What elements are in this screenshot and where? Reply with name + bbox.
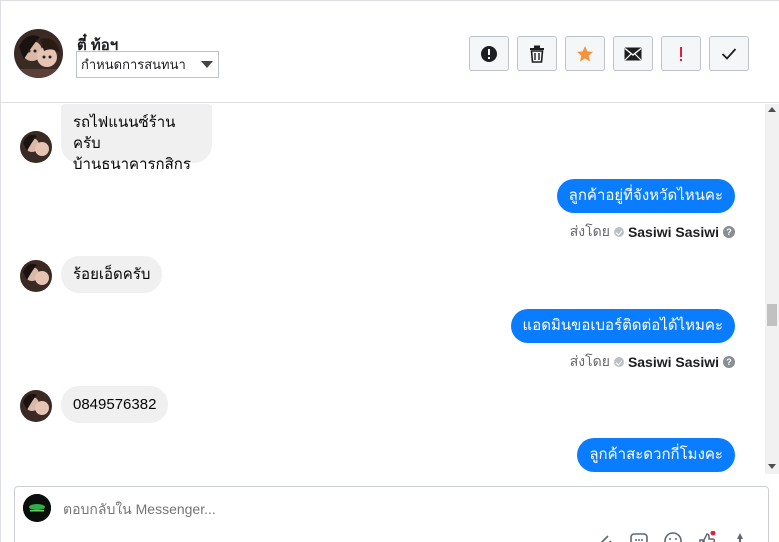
outgoing-message[interactable]: แอดมินขอเบอร์ติดต่อได้ไหมคะ: [510, 309, 735, 343]
incoming-message[interactable]: ร้อยเอ็ดครับ: [61, 256, 163, 293]
caret-down-icon: [201, 61, 213, 68]
envelope-icon: [624, 47, 642, 60]
reply-composer: [14, 486, 769, 542]
spam-button[interactable]: [469, 36, 509, 71]
sent-by-name: Sasiwi Sasiwi: [627, 224, 719, 240]
exclamation-icon: [680, 46, 682, 61]
page-avatar: [23, 494, 51, 522]
sent-by-prefix: ส่งโดย: [569, 353, 610, 369]
unread-button[interactable]: [613, 36, 653, 71]
sent-by-line: ส่งโดย Sasiwi Sasiwi ?: [570, 351, 735, 373]
sent-by-name: Sasiwi Sasiwi: [627, 354, 719, 370]
star-icon: [577, 45, 593, 61]
outgoing-message[interactable]: ลูกค้าสะดวกกี่โมงคะ: [577, 438, 735, 472]
conversation-header: ตี๋ ท้อฯ กำหนดการสนทนา: [1, 5, 779, 103]
emoji-icon[interactable]: [663, 531, 683, 542]
sent-by-prefix: ส่งโดย: [569, 223, 610, 239]
follow-up-button[interactable]: [661, 36, 701, 71]
delete-button[interactable]: [517, 36, 557, 71]
scroll-down-arrow-icon[interactable]: [768, 464, 776, 469]
trash-icon: [530, 45, 544, 63]
message-list: รถไฟแนนซ์ร้านครับ บ้านธนาคารกสิกร ลูกค้า…: [1, 104, 766, 474]
check-icon: [721, 47, 737, 60]
sent-by-line: ส่งโดย Sasiwi Sasiwi ?: [570, 221, 735, 243]
outgoing-message[interactable]: ลูกค้าอยู่ที่จังหวัดไหนคะ: [556, 179, 735, 213]
assign-select-label: กำหนดการสนทนา: [81, 57, 186, 72]
message-scrollbar[interactable]: [765, 104, 779, 474]
attachment-icon[interactable]: [595, 531, 615, 542]
sender-avatar: [20, 390, 52, 422]
incoming-message[interactable]: รถไฟแนนซ์ร้านครับ บ้านธนาคารกสิกร: [61, 104, 212, 173]
conversation-actions: [469, 36, 749, 71]
verified-check-icon: [613, 357, 624, 367]
scroll-thumb[interactable]: [767, 304, 777, 326]
scroll-up-arrow-icon[interactable]: [768, 107, 776, 112]
star-button[interactable]: [565, 36, 605, 71]
sender-avatar: [20, 131, 52, 163]
composer-toolbar: [595, 531, 751, 542]
alert-circle-icon: [481, 45, 497, 62]
help-icon[interactable]: ?: [723, 356, 735, 368]
saved-replies-icon[interactable]: [629, 531, 649, 542]
verified-check-icon: [613, 227, 624, 237]
send-icon[interactable]: [731, 531, 751, 542]
help-icon[interactable]: ?: [723, 226, 735, 238]
contact-avatar[interactable]: [14, 29, 63, 78]
assign-conversation-select[interactable]: กำหนดการสนทนา: [76, 51, 219, 78]
sender-avatar: [20, 260, 52, 292]
reply-input[interactable]: [63, 501, 563, 517]
message-text-line: รถไฟแนนซ์ร้านครับ: [73, 114, 176, 152]
incoming-message[interactable]: 0849576382: [61, 386, 169, 423]
like-icon[interactable]: [697, 531, 717, 542]
message-text-line: บ้านธนาคารกสิกร: [73, 156, 191, 173]
done-button[interactable]: [709, 36, 749, 71]
